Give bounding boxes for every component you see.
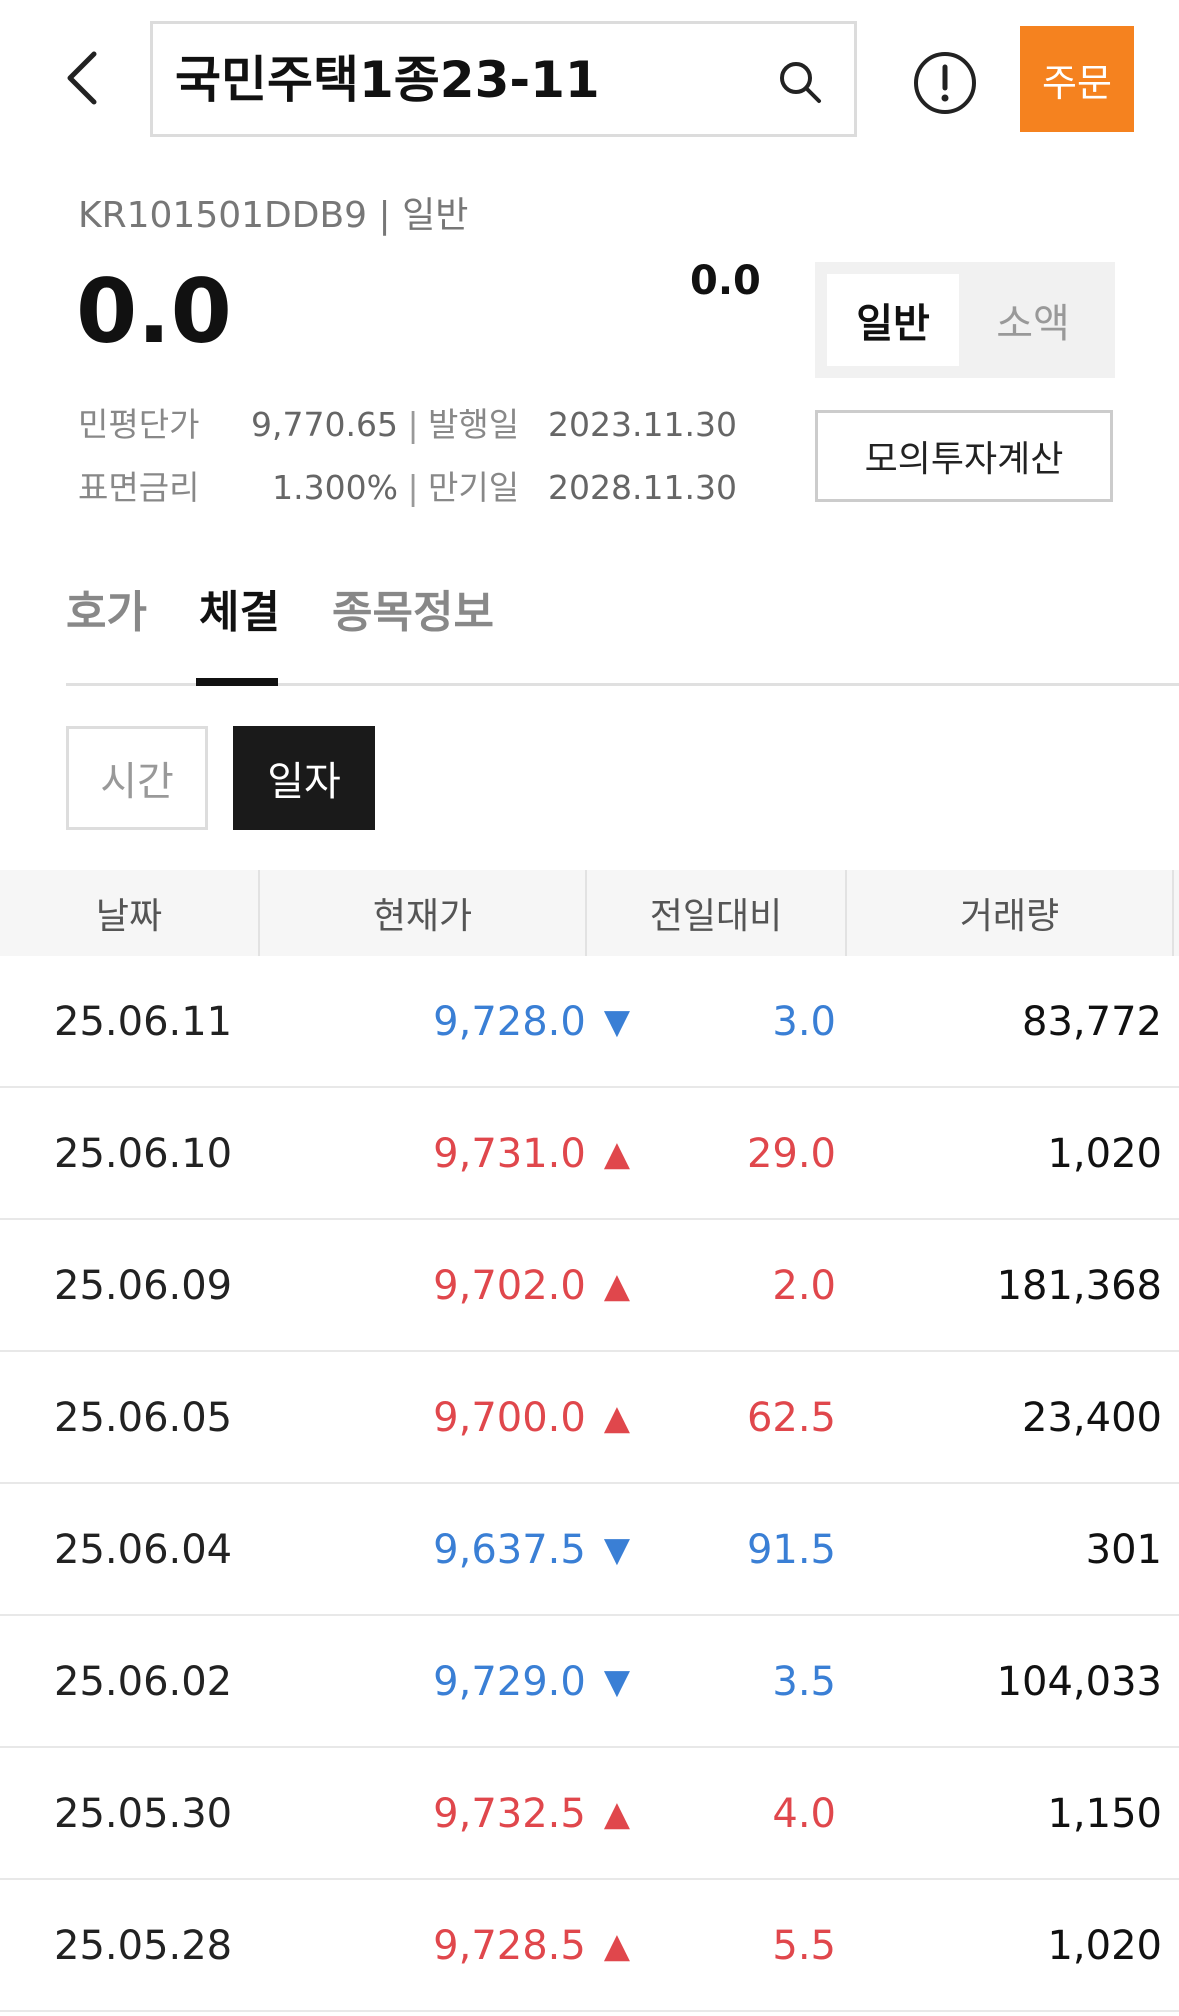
column-header-volume: 거래량 — [847, 870, 1174, 956]
triangle-up-icon: ▲ — [603, 1794, 630, 1834]
header: 국민주택1종23-11 주문 — [0, 0, 1179, 170]
table-header: 날짜 현재가 전일대비 거래량 — [0, 870, 1179, 956]
info-label: 만기일 — [428, 468, 520, 507]
info-value: 9,770.65 — [251, 405, 398, 444]
table-row[interactable]: 25.06.10 9,731.0 ▲ 29.0 1,020 — [0, 1088, 1179, 1220]
column-header-price: 현재가 — [260, 870, 587, 956]
cell-volume: 104,033 — [996, 1659, 1162, 1705]
cell-change: 2.0 — [772, 1263, 836, 1309]
cell-volume: 181,368 — [996, 1263, 1162, 1309]
cell-price: 9,728.5 ▲ — [340, 1880, 630, 2012]
table-row[interactable]: 25.05.28 9,728.5 ▲ 5.5 1,020 — [0, 1880, 1179, 2012]
back-button[interactable] — [52, 48, 112, 108]
cell-volume: 1,020 — [1047, 1131, 1162, 1177]
tab-info[interactable]: 종목정보 — [332, 576, 494, 640]
toggle-daily[interactable]: 일자 — [233, 726, 375, 830]
cell-change: 3.5 — [772, 1659, 836, 1705]
cell-price: 9,731.0 ▲ — [340, 1088, 630, 1220]
segment-small[interactable]: 소액 — [967, 274, 1099, 366]
triangle-down-icon: ▼ — [603, 1662, 630, 1702]
triangle-up-icon: ▲ — [603, 1926, 630, 1966]
table-row[interactable]: 25.06.05 9,700.0 ▲ 62.5 23,400 — [0, 1352, 1179, 1484]
cell-price: 9,729.0 ▼ — [340, 1616, 630, 1748]
table-body: 25.06.11 9,728.0 ▼ 3.0 83,772 25.06.10 9,731.0… — [0, 956, 1179, 2012]
cell-change: 62.5 — [746, 1395, 836, 1441]
cell-volume: 301 — [1085, 1527, 1162, 1573]
triangle-up-icon: ▲ — [603, 1398, 630, 1438]
tab-underline — [196, 678, 278, 686]
mock-investment-button[interactable]: 모의투자계산 — [815, 410, 1113, 502]
triangle-up-icon: ▲ — [603, 1266, 630, 1306]
search-box[interactable]: 국민주택1종23-11 — [150, 21, 857, 137]
price-value: 9,637.5 — [433, 1527, 586, 1573]
cell-date: 25.05.30 — [54, 1791, 233, 1837]
price-value: 9,702.0 — [433, 1263, 586, 1309]
table-row[interactable]: 25.06.02 9,729.0 ▼ 3.5 104,033 — [0, 1616, 1179, 1748]
cell-date: 25.06.02 — [54, 1659, 233, 1705]
info-separator: | — [407, 468, 419, 507]
search-icon[interactable] — [776, 58, 824, 106]
info-icon[interactable] — [912, 50, 978, 116]
table-row[interactable]: 25.06.11 9,728.0 ▼ 3.0 83,772 — [0, 956, 1179, 1088]
cell-date: 25.05.28 — [54, 1923, 233, 1969]
triangle-down-icon: ▼ — [603, 1530, 630, 1570]
column-header-date: 날짜 — [0, 870, 260, 956]
info-label: 민평단가 — [78, 405, 200, 444]
cell-price: 9,702.0 ▲ — [340, 1220, 630, 1352]
tab-orderbook[interactable]: 호가 — [66, 576, 147, 640]
tab-trades[interactable]: 체결 — [199, 576, 280, 640]
cell-date: 25.06.10 — [54, 1131, 233, 1177]
bond-code: KR101501DDB9 | 일반 — [78, 195, 469, 236]
info-row: 표면금리 1.300% | 만기일 2028.11.30 — [78, 461, 737, 509]
chevron-left-icon — [67, 51, 97, 105]
cell-change: 91.5 — [746, 1527, 836, 1573]
toggle-time[interactable]: 시간 — [66, 726, 208, 830]
cell-date: 25.06.04 — [54, 1527, 233, 1573]
triangle-down-icon: ▼ — [603, 1002, 630, 1042]
cell-date: 25.06.05 — [54, 1395, 233, 1441]
cell-change: 5.5 — [772, 1923, 836, 1969]
cell-change: 3.0 — [772, 999, 836, 1045]
info-row: 민평단가 9,770.65 | 발행일 2023.11.30 — [78, 398, 737, 446]
cell-date: 25.06.09 — [54, 1263, 233, 1309]
info-value: 1.300% — [272, 468, 398, 507]
cell-change: 4.0 — [772, 1791, 836, 1837]
price-value: 9,732.5 — [433, 1791, 586, 1837]
price-value: 9,731.0 — [433, 1131, 586, 1177]
cell-price: 9,732.5 ▲ — [340, 1748, 630, 1880]
cell-volume: 83,772 — [1022, 999, 1162, 1045]
segment-general[interactable]: 일반 — [827, 274, 959, 366]
cell-price: 9,700.0 ▲ — [340, 1352, 630, 1484]
info-value: 2023.11.30 — [548, 405, 737, 444]
price-value: 9,728.5 — [433, 1923, 586, 1969]
info-label: 표면금리 — [78, 468, 200, 507]
column-header-change: 전일대비 — [587, 870, 847, 956]
cell-change: 29.0 — [746, 1131, 836, 1177]
cell-volume: 23,400 — [1022, 1395, 1162, 1441]
info-label: 발행일 — [428, 405, 520, 444]
table-row[interactable]: 25.06.04 9,637.5 ▼ 91.5 301 — [0, 1484, 1179, 1616]
table-row[interactable]: 25.06.09 9,702.0 ▲ 2.0 181,368 — [0, 1220, 1179, 1352]
price-value: 9,728.0 — [433, 999, 586, 1045]
price-change: 0.0 — [690, 258, 761, 304]
price-value: 9,729.0 — [433, 1659, 586, 1705]
cell-price: 9,728.0 ▼ — [340, 956, 630, 1088]
price-value: 9,700.0 — [433, 1395, 586, 1441]
triangle-up-icon: ▲ — [603, 1134, 630, 1174]
info-separator: | — [407, 405, 419, 444]
current-price: 0.0 — [76, 260, 232, 363]
cell-volume: 1,150 — [1047, 1791, 1162, 1837]
cell-price: 9,637.5 ▼ — [340, 1484, 630, 1616]
info-value: 2028.11.30 — [548, 468, 737, 507]
type-segment: 일반 소액 — [815, 262, 1115, 378]
tab-bar: 호가 체결 종목정보 — [66, 570, 1179, 686]
cell-date: 25.06.11 — [54, 999, 233, 1045]
cell-volume: 1,020 — [1047, 1923, 1162, 1969]
order-button[interactable]: 주문 — [1020, 26, 1134, 132]
table-row[interactable]: 25.05.30 9,732.5 ▲ 4.0 1,150 — [0, 1748, 1179, 1880]
search-input[interactable]: 국민주택1종23-11 — [175, 50, 600, 110]
